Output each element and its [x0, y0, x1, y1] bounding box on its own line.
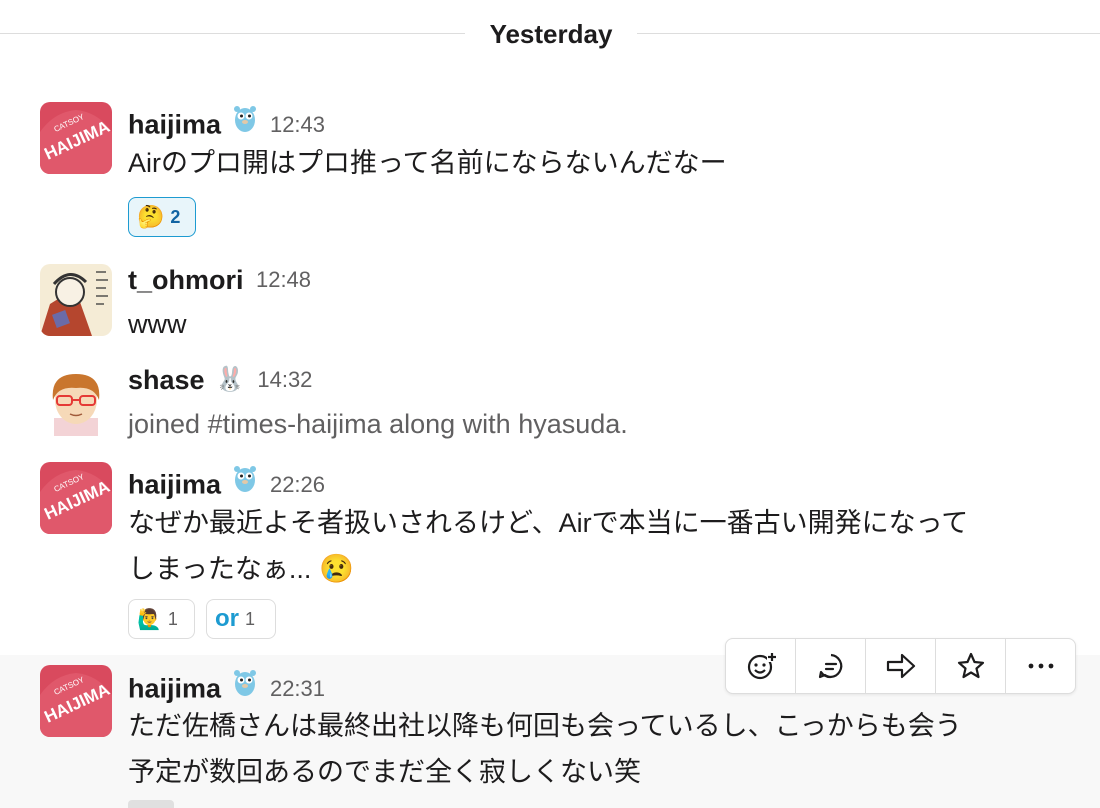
message-actions-toolbar [725, 638, 1076, 694]
message-header: t_ohmori 12:48 [128, 263, 311, 297]
message-header: haijima 22:31 [128, 667, 325, 704]
message-line-text: しまったなぁ... [128, 554, 312, 584]
message-header: haijima 12:43 [128, 103, 325, 140]
message: shase 🐰 14:32 joined #times-haijima alon… [0, 350, 1100, 450]
add-reaction-icon [747, 652, 777, 680]
timestamp[interactable]: 12:43 [270, 112, 325, 137]
star-icon [957, 652, 984, 679]
timestamp[interactable]: 14:32 [257, 367, 312, 392]
or-custom-icon: or [215, 605, 239, 632]
rabbit-status-icon: 🐰 [215, 366, 245, 393]
message: CATSOY HAIJIMA haijima 12:43 Airのプロ開はプロ推… [0, 90, 1100, 250]
avatar[interactable]: CATSOY HAIJIMA [40, 462, 112, 534]
username[interactable]: haijima [128, 110, 221, 140]
avatar[interactable]: CATSOY HAIJIMA [40, 102, 112, 174]
reaction-peek [128, 800, 174, 808]
timestamp[interactable]: 22:31 [270, 676, 325, 701]
username[interactable]: t_ohmori [128, 265, 244, 295]
username[interactable]: haijima [128, 674, 221, 704]
reply-thread-button[interactable] [796, 639, 866, 693]
username[interactable]: shase [128, 365, 205, 395]
raising-hand-icon: 🙋‍♂️ [137, 608, 162, 631]
reaction-or[interactable]: or 1 [206, 599, 276, 639]
message-text: なぜか最近よそ者扱いされるけど、Airで本当に一番古い開発になって しまったなぁ… [128, 500, 1078, 592]
more-actions-button[interactable] [1006, 639, 1075, 693]
message-text: Airのプロ開はプロ推って名前にならないんだなー [128, 148, 727, 178]
message-text: www [128, 309, 187, 339]
reaction-count: 1 [245, 608, 256, 629]
username[interactable]: haijima [128, 470, 221, 500]
save-message-button[interactable] [936, 639, 1006, 693]
join-notice: joined #times-haijima along with hyasuda… [128, 409, 628, 439]
avatar[interactable] [40, 264, 112, 336]
day-divider-label[interactable]: Yesterday [465, 14, 637, 54]
reaction-thinking[interactable]: 🤔 2 [128, 197, 196, 237]
crying-face-icon: 😢 [318, 553, 354, 584]
message-line: ただ佐橋さんは最終出社以降も何回も会っているし、こっからも会う [128, 711, 962, 741]
share-icon [886, 653, 915, 679]
thinking-face-icon: 🤔 [137, 204, 165, 229]
message-text: ただ佐橋さんは最終出社以降も何回も会っているし、こっからも会う 予定が数回あるの… [128, 703, 1078, 795]
message: CATSOY HAIJIMA haijima 22:26 なぜか最近よそ者扱いさ… [0, 450, 1100, 650]
more-icon [1028, 663, 1053, 669]
reply-thread-icon [818, 653, 842, 679]
reaction-count: 1 [167, 608, 178, 629]
message-line: しまったなぁ... 😢 [128, 546, 1078, 592]
timestamp[interactable]: 22:26 [270, 472, 325, 497]
message: t_ohmori 12:48 www [0, 250, 1100, 350]
message-line: なぜか最近よそ者扱いされるけど、Airで本当に一番古い開発になって [128, 508, 969, 538]
share-message-button[interactable] [866, 639, 936, 693]
add-reaction-button[interactable] [726, 639, 796, 693]
reaction-count: 2 [170, 206, 181, 227]
timestamp[interactable]: 12:48 [256, 267, 311, 292]
message-header: shase 🐰 14:32 [128, 363, 312, 397]
message-line: 予定が数回あるのでまだ全く寂しくない笑 [128, 757, 641, 787]
avatar[interactable]: CATSOY HAIJIMA [40, 665, 112, 737]
reaction-raising-hand[interactable]: 🙋‍♂️ 1 [128, 599, 195, 639]
avatar[interactable] [40, 364, 112, 436]
message-header: haijima 22:26 [128, 463, 325, 500]
